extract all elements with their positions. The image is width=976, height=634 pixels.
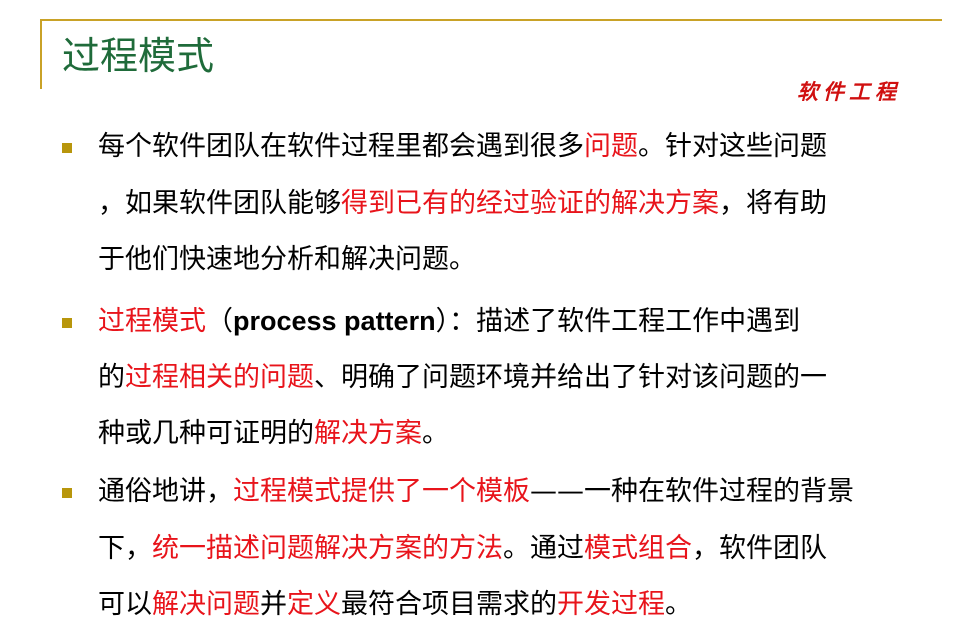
highlight-run: 统一描述问题解决方案的方法 [152, 532, 503, 564]
text-run: ，软件团队 [692, 532, 827, 564]
text-run: 每个软件团队在软件过程里都会遇到很多 [98, 131, 584, 162]
bullet-paragraph-1: 每个软件团队在软件过程里都会遇到很多问题。针对这些问题 ，如果软件团队能够得到已… [98, 119, 938, 289]
highlight-run: 问题 [584, 131, 638, 162]
text-run: 。 [422, 418, 449, 449]
text-run: 通俗地讲， [98, 476, 233, 507]
text-run: 。通过 [503, 532, 584, 564]
text-run: —— [530, 476, 584, 507]
text-run: 。 [665, 589, 692, 620]
paragraph-line: 的过程相关的问题、明确了问题环境并给出了针对该问题的一 [98, 350, 938, 407]
text-run: ）：描述了软件工程工作中遇到 [435, 306, 801, 337]
paragraph-line: 下，统一描述问题解决方案的方法。通过模式组合，软件团队 [98, 521, 938, 578]
term-run: process pattern [233, 306, 436, 336]
bullet-marker-2 [62, 318, 72, 328]
highlight-run: 解决问题 [152, 589, 260, 620]
text-run: ，如果软件团队能够 [98, 187, 341, 219]
text-run: 下， [98, 532, 152, 564]
bullet-marker-1 [62, 143, 72, 153]
text-run: 、明确了问题环境并给出了针对该问题的一 [314, 361, 827, 393]
text-run: 种或几种可证明的 [98, 418, 314, 449]
text-run: ，将有助 [719, 187, 827, 219]
highlight-run: 得到已有的经过验证的解决方案 [341, 187, 719, 219]
paragraph-line: 于他们快速地分析和解决问题。 [98, 232, 938, 289]
paragraph-line: ，如果软件团队能够得到已有的经过验证的解决方案，将有助 [98, 176, 938, 233]
highlight-run: 过程相关的问题 [125, 361, 314, 393]
text-run: （ [206, 306, 233, 337]
paragraph-line: 可以解决问题并定义最符合项目需求的开发过程。 [98, 577, 938, 634]
bullet-list: 每个软件团队在软件过程里都会遇到很多问题。针对这些问题 ，如果软件团队能够得到已… [0, 0, 976, 625]
highlight-run: 过程模式 [98, 306, 206, 337]
bullet-paragraph-2: 过程模式（process pattern）：描述了软件工程工作中遇到 的过程相关… [98, 293, 938, 463]
highlight-run: 开发过程 [557, 589, 665, 620]
bullet-marker-3 [62, 488, 72, 498]
text-run: 最符合项目需求的 [341, 589, 557, 620]
highlight-run: 解决方案 [314, 418, 422, 449]
paragraph-line: 通俗地讲，过程模式提供了一个模板——一种在软件过程的背景 [98, 464, 938, 521]
text-run: 。针对这些问题 [638, 131, 827, 162]
text-run: 可以 [98, 589, 152, 620]
highlight-run: 模式组合 [584, 532, 692, 564]
bullet-paragraph-3: 通俗地讲，过程模式提供了一个模板——一种在软件过程的背景 下，统一描述问题解决方… [98, 464, 938, 634]
highlight-run: 过程模式提供了一个模板 [233, 476, 530, 507]
highlight-run: 定义 [287, 589, 341, 620]
text-run: 于他们快速地分析和解决问题。 [98, 244, 476, 275]
text-run: 并 [260, 589, 287, 620]
paragraph-line: 种或几种可证明的解决方案。 [98, 406, 938, 463]
text-run: 一种在软件过程的背景 [584, 476, 854, 507]
text-run: 的 [98, 361, 125, 393]
paragraph-line: 过程模式（process pattern）：描述了软件工程工作中遇到 [98, 293, 938, 350]
paragraph-line: 每个软件团队在软件过程里都会遇到很多问题。针对这些问题 [98, 119, 938, 176]
